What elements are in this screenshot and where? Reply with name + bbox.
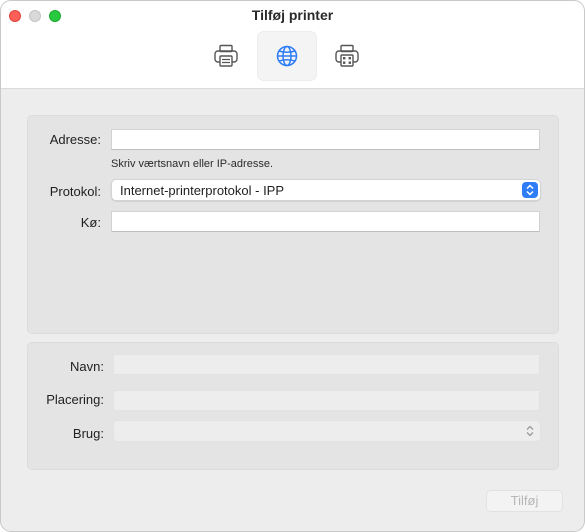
printer-icon [214,44,238,67]
location-label: Placering: [46,392,104,407]
use-label: Brug: [72,426,104,441]
add-printer-window: Tilføj printer Adresse: Skriv værtsnavn … [0,0,585,532]
printer-grid-icon [335,44,359,67]
use-popup[interactable] [113,420,541,442]
protocol-label: Protokol: [49,184,101,199]
queue-field[interactable] [111,211,540,232]
protocol-popup[interactable]: Internet-printerprotokol - IPP [111,179,541,201]
title-bar: Tilføj printer [1,1,584,89]
address-hint: Skriv værtsnavn eller IP-adresse. [111,158,273,170]
chevron-updown-icon [526,425,534,437]
address-field[interactable] [111,129,540,150]
name-label: Navn: [70,359,104,374]
name-field[interactable] [113,354,540,375]
add-button[interactable]: Tilføj [486,490,563,512]
window-title: Tilføj printer [251,7,334,23]
queue-label: Kø: [80,215,101,230]
address-label: Adresse: [49,132,101,147]
popup-stepper-icon [522,182,538,198]
protocol-value: Internet-printerprotokol - IPP [120,183,285,198]
toolbar-ip-button[interactable] [257,31,317,81]
location-field[interactable] [113,390,540,411]
toolbar-default-printer-button[interactable] [196,31,256,81]
toolbar-windows-printer-button[interactable] [317,31,377,81]
globe-icon [276,45,298,67]
